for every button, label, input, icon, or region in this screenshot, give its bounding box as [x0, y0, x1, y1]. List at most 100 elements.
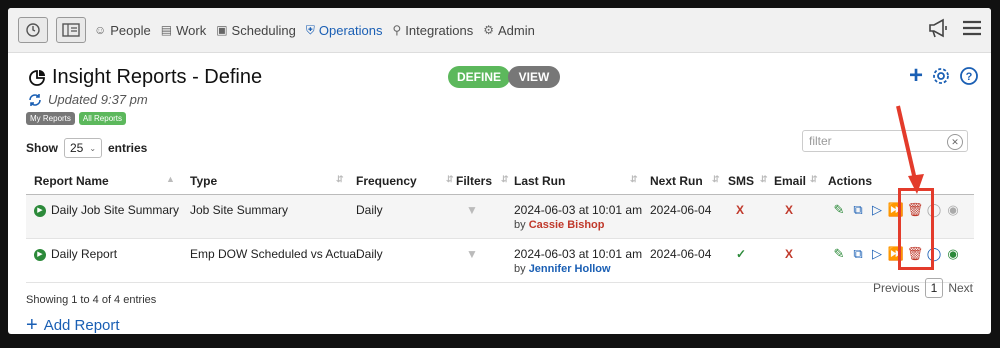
define-button[interactable]: DEFINE [448, 66, 510, 88]
edit-icon[interactable]: ✎ [831, 202, 847, 218]
plug-icon: ⚲ [392, 23, 402, 37]
pie-chart-icon [29, 69, 45, 86]
copy-icon[interactable]: ⧉ [850, 246, 866, 262]
my-reports-tag[interactable]: My Reports [26, 112, 75, 125]
sort-icon[interactable]: ⇵ [446, 174, 454, 185]
page-length-select[interactable]: 25 ⌄ [64, 138, 102, 158]
last-run-cell: 2024-06-03 at 10:01 am by Jennifer Hollow [514, 247, 642, 275]
report-frequency: Daily [356, 203, 383, 217]
gear-icon: ⚙ [483, 23, 494, 37]
page-length-value: 25 [70, 141, 84, 155]
all-reports-tag[interactable]: All Reports [78, 112, 127, 125]
view-button[interactable]: VIEW [508, 66, 560, 88]
filter-funnel-icon[interactable]: ▼ [466, 203, 478, 217]
show-label: Show [26, 141, 58, 155]
next-button[interactable]: Next [948, 281, 973, 295]
sort-icon[interactable]: ⇵ [712, 174, 720, 185]
page-1-button[interactable]: 1 [924, 278, 944, 298]
sort-icon[interactable]: ⇵ [760, 174, 768, 185]
report-name-cell[interactable]: ▶ Daily Job Site Summary [34, 203, 179, 217]
add-report-label: Add Report [43, 317, 120, 334]
entries-info: Showing 1 to 4 of 4 entries [26, 294, 157, 306]
dashboard-icon [62, 23, 80, 37]
annotation-arrow-icon [896, 105, 924, 194]
col-email[interactable]: Email [774, 174, 806, 188]
updated-time: Updated 9:37 pm [48, 92, 148, 107]
shield-icon: ⛨ [305, 22, 315, 37]
report-name: Daily Report [51, 247, 118, 261]
last-run-time: 2024-06-03 at 10:01 am [514, 247, 643, 261]
add-icon[interactable]: + [909, 64, 923, 88]
run-by-user[interactable]: Cassie Bishop [529, 219, 605, 231]
run-by-user[interactable]: Jennifer Hollow [529, 263, 611, 275]
sms-status: ✓ [736, 247, 747, 261]
filter-placeholder: filter [809, 134, 832, 148]
table-row[interactable]: ▶ Daily Report Emp DOW Scheduled vs Actua… [26, 239, 974, 283]
run-icon[interactable]: ▷ [869, 202, 885, 218]
clear-filter-icon[interactable]: ✕ [947, 134, 963, 150]
table-row[interactable]: ▶ Daily Job Site Summary Job Site Summary… [26, 195, 974, 239]
report-type: Emp DOW Scheduled vs Actual [190, 247, 359, 261]
annotation-highlight-box [898, 188, 934, 270]
table-header: Report Name ▲ Type ⇵ Frequency ⇵ Filters… [26, 166, 974, 195]
nav-scheduling-label: Scheduling [231, 22, 296, 38]
play-circle-icon: ▶ [34, 204, 46, 217]
copy-icon[interactable]: ⧉ [850, 202, 866, 218]
nav-people[interactable]: ☺ People [94, 23, 151, 38]
refresh-icon[interactable] [28, 93, 42, 107]
title-tools: + ? [909, 64, 979, 88]
col-filters[interactable]: Filters [456, 174, 492, 188]
sort-asc-icon[interactable]: ▲ [166, 174, 175, 184]
page-title: Insight Reports - Define [52, 66, 263, 88]
nav-integrations[interactable]: ⚲ Integrations [392, 23, 473, 38]
report-name-cell[interactable]: ▶ Daily Report [34, 247, 117, 261]
eye-icon[interactable]: ◉ [945, 202, 961, 218]
col-frequency[interactable]: Frequency [356, 174, 417, 188]
sort-icon[interactable]: ⇵ [630, 174, 638, 185]
work-icon: ▤ [160, 23, 173, 37]
home-button[interactable] [18, 17, 48, 43]
page-length-control: Show 25 ⌄ entries [26, 138, 147, 158]
reports-table: Report Name ▲ Type ⇵ Frequency ⇵ Filters… [26, 166, 974, 283]
sort-icon[interactable]: ⇵ [501, 174, 509, 185]
svg-text:?: ? [966, 71, 973, 83]
run-icon[interactable]: ▷ [869, 246, 885, 262]
col-type[interactable]: Type [190, 174, 217, 188]
col-last-run[interactable]: Last Run [514, 174, 565, 188]
play-circle-icon: ▶ [34, 248, 46, 261]
nav-integrations-label: Integrations [405, 22, 474, 38]
nav-operations[interactable]: ⛨ Operations [306, 23, 383, 38]
nav-admin-label: Admin [497, 22, 535, 38]
clock-icon [26, 23, 40, 37]
person-icon: ☺ [94, 23, 107, 37]
megaphone-icon[interactable] [927, 17, 951, 39]
sort-icon[interactable]: ⇵ [810, 174, 818, 185]
pagination: Previous 1 Next [873, 278, 973, 298]
col-report-name[interactable]: Report Name [34, 174, 109, 188]
settings-gear-icon[interactable] [931, 66, 951, 86]
nav-admin[interactable]: ⚙ Admin [483, 23, 535, 38]
nav-scheduling[interactable]: ▣ Scheduling [216, 23, 296, 38]
nav-work-label: Work [176, 22, 207, 38]
next-run: 2024-06-04 [650, 203, 712, 217]
col-actions: Actions [828, 174, 873, 188]
help-icon[interactable]: ? [959, 66, 979, 86]
report-type: Job Site Summary [190, 203, 289, 217]
edit-icon[interactable]: ✎ [831, 246, 847, 262]
top-right-tools [927, 17, 983, 39]
nav-work[interactable]: ▤ Work [161, 23, 206, 38]
last-run-time: 2024-06-03 at 10:01 am [514, 203, 643, 217]
add-report-button[interactable]: + Add Report [26, 314, 120, 334]
updated-status: Updated 9:37 pm [28, 92, 148, 107]
filter-funnel-icon[interactable]: ▼ [466, 247, 478, 261]
col-next-run[interactable]: Next Run [650, 174, 703, 188]
previous-button[interactable]: Previous [873, 281, 920, 295]
col-sms[interactable]: SMS [728, 174, 754, 188]
hamburger-menu-icon[interactable] [961, 18, 983, 38]
run-by-prefix: by [514, 219, 526, 231]
report-tags: My Reports All Reports [26, 112, 127, 125]
dashboard-button[interactable] [56, 17, 86, 43]
sort-icon[interactable]: ⇵ [336, 174, 344, 185]
last-run-cell: 2024-06-03 at 10:01 am by Cassie Bishop [514, 203, 642, 231]
eye-icon[interactable]: ◉ [945, 246, 961, 262]
